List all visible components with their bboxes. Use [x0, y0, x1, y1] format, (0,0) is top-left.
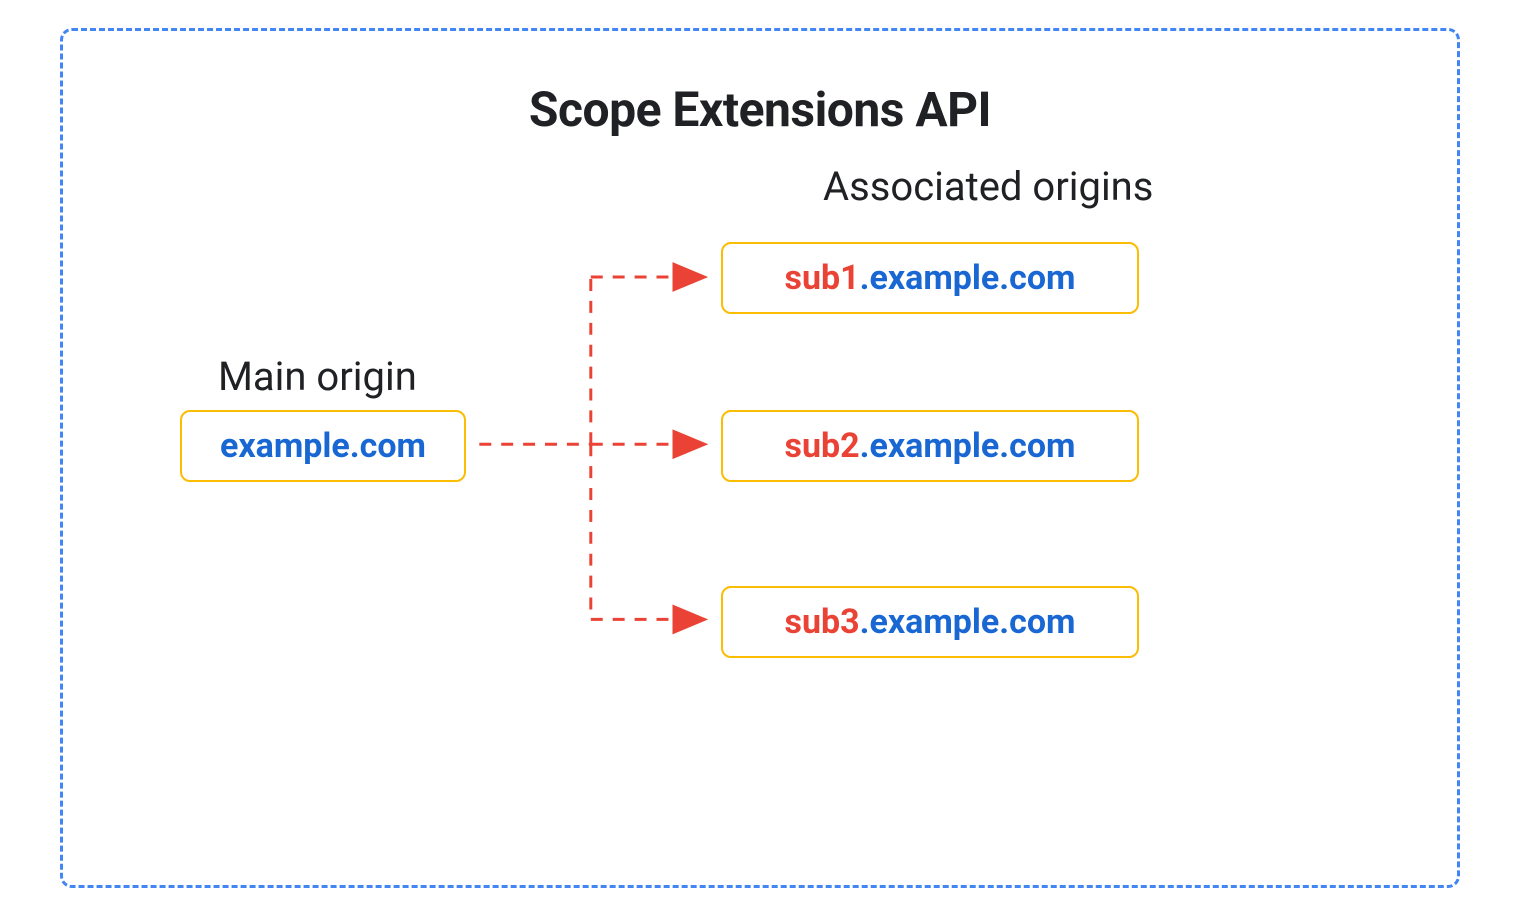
domain-text-2: .example.com	[860, 426, 1076, 466]
associated-origin-box-1: sub1.example.com	[721, 242, 1139, 314]
domain-text-1: .example.com	[860, 258, 1076, 298]
domain-text-3: .example.com	[860, 602, 1076, 642]
content-area: Main origin Associated origins example.c…	[123, 158, 1397, 838]
subdomain-text-2: sub2	[784, 426, 859, 466]
associated-origin-box-3: sub3.example.com	[721, 586, 1139, 658]
associated-origin-box-2: sub2.example.com	[721, 410, 1139, 482]
main-origin-box: example.com	[180, 410, 466, 482]
diagram-title: Scope Extensions API	[123, 81, 1397, 138]
subdomain-text-3: sub3	[784, 602, 859, 642]
diagram-container: Scope Extensions API Main origin Associa…	[60, 28, 1460, 888]
associated-origins-label: Associated origins	[823, 163, 1153, 210]
subdomain-text-1: sub1	[784, 258, 859, 298]
main-domain-text: example.com	[220, 426, 426, 466]
main-origin-label: Main origin	[218, 353, 417, 400]
